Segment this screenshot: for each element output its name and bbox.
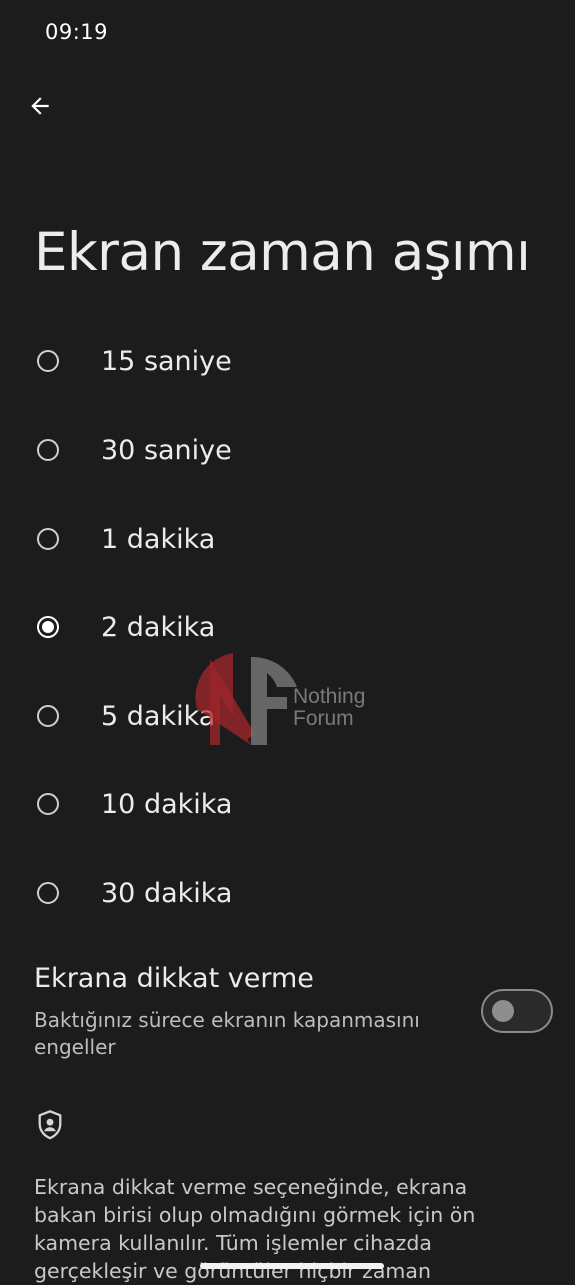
radio-button[interactable] [37, 439, 59, 461]
status-bar-time: 09:19 [45, 20, 109, 44]
radio-button[interactable] [37, 705, 59, 727]
option-label: 2 dakika [101, 611, 216, 643]
radio-button[interactable] [37, 528, 59, 550]
page-title: Ekran zaman aşımı [34, 222, 531, 283]
option-2-dakika[interactable]: 2 dakika [0, 583, 575, 671]
option-label: 1 dakika [101, 523, 216, 555]
option-label: 10 dakika [101, 788, 233, 820]
option-label: 15 saniye [101, 345, 232, 377]
radio-button-selected[interactable] [37, 616, 59, 638]
screen-attention-toggle[interactable] [481, 989, 553, 1033]
toggle-knob [492, 1000, 514, 1022]
option-1-dakika[interactable]: 1 dakika [0, 495, 575, 583]
option-10-dakika[interactable]: 10 dakika [0, 760, 575, 848]
shield-user-icon [38, 1110, 62, 1140]
back-button[interactable] [20, 86, 60, 126]
option-30-dakika[interactable]: 30 dakika [0, 849, 575, 937]
radio-button[interactable] [37, 793, 59, 815]
option-5-dakika[interactable]: 5 dakika [0, 672, 575, 760]
screen-attention-title: Ekrana dikkat verme [34, 963, 314, 994]
option-label: 30 dakika [101, 877, 233, 909]
radio-button[interactable] [37, 350, 59, 372]
option-label: 5 dakika [101, 700, 216, 732]
option-30-saniye[interactable]: 30 saniye [0, 406, 575, 494]
option-label: 30 saniye [101, 434, 232, 466]
screen-attention-description: Baktığınız sürece ekranın kapanmasını en… [34, 1008, 420, 1059]
home-indicator[interactable] [200, 1263, 384, 1269]
option-15-saniye[interactable]: 15 saniye [0, 317, 575, 405]
radio-button[interactable] [37, 882, 59, 904]
arrow-left-icon [31, 97, 49, 115]
